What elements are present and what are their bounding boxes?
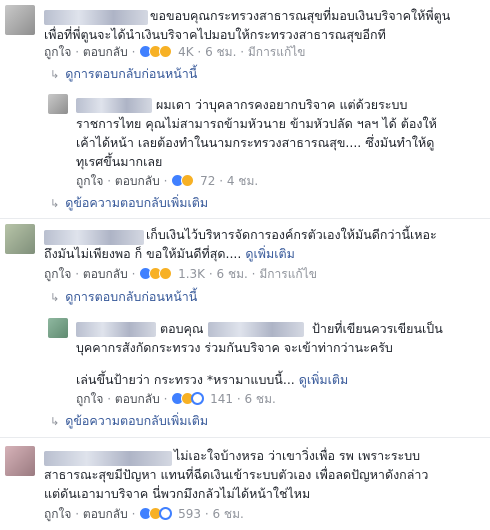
avatar[interactable] <box>5 446 35 476</box>
reply-text-line: ทุเรศขึ้นมากเลย <box>76 154 163 169</box>
reply-arrow-icon: ↳ <box>50 68 60 81</box>
reply-arrow-icon: ↳ <box>50 415 60 428</box>
blurred-username[interactable] <box>44 10 148 25</box>
wow-reaction-icon <box>159 45 173 58</box>
reply-text-line: เล่นขึ้นป้ายว่า กระทรวง *หรามาแบบนี้... … <box>76 372 349 387</box>
reactions[interactable]: 72 <box>171 174 219 188</box>
reply-text-line: บุคคากรสังกัดกระทรวง ร่วมกันบริจาค จะเข้… <box>76 340 393 355</box>
comment-text-line: ถึงมันไม่เพียงพอ ก็ ขอให้มันดีที่สุด....… <box>44 246 295 261</box>
reply-button[interactable]: ตอบกลับ <box>83 267 128 281</box>
reaction-icon <box>191 392 205 405</box>
more-replies-link[interactable]: ↳ ดูข้อความตอบกลับเพิ่มเติม <box>50 413 208 430</box>
avatar[interactable] <box>5 5 35 35</box>
divider <box>0 437 490 438</box>
like-button[interactable]: ถูกใจ <box>76 174 103 188</box>
blurred-username[interactable] <box>76 322 156 337</box>
reply-text-line: เค้าได้หน้า เลยต้องทำในนามกระทรวงสาธารณส… <box>76 135 435 150</box>
like-button[interactable]: ถูกใจ <box>44 45 71 59</box>
reaction-count: 72 <box>200 174 216 188</box>
comment-text-line: ไม่เอะใจบ้างหรอ ว่าเขาวิ่งเพื่อ รพ เพราะ… <box>174 448 421 463</box>
reply-text-line: ราชการไทย คุณไม่สามารถข้ามหัวนาย ข้ามหัว… <box>76 116 437 131</box>
more-replies-link[interactable]: ↳ ดูข้อความตอบกลับเพิ่มเติม <box>50 195 208 212</box>
reply-button[interactable]: ตอบกลับ <box>83 45 128 59</box>
reaction-count: 1.3K <box>178 267 206 281</box>
like-button[interactable]: ถูกใจ <box>44 267 71 281</box>
previous-replies-link[interactable]: ↳ ดูการตอบกลับก่อนหน้านี้ <box>50 289 197 306</box>
timestamp[interactable]: 6 ชม. <box>217 267 248 281</box>
reaction-icon <box>159 507 173 520</box>
reply-arrow-icon: ↳ <box>50 291 60 304</box>
reply-actions: ถูกใจ · ตอบกลับ · 72 · 4 ชม. <box>76 174 259 188</box>
blurred-mentioned-name[interactable] <box>208 322 304 337</box>
divider <box>0 218 490 219</box>
reply-text-line: ตอบคุณ <box>160 319 204 338</box>
reactions[interactable]: 593 <box>139 507 205 521</box>
reply-text-line: ป้ายที่เขียนควรเขียนเป็น <box>312 321 443 336</box>
comment-actions: ถูกใจ · ตอบกลับ · 593 · 6 ชม. <box>44 507 244 521</box>
avatar[interactable] <box>48 318 68 338</box>
see-more-link[interactable]: ดูเพิ่มเติม <box>299 372 349 387</box>
timestamp[interactable]: 6 ชม. <box>212 507 243 521</box>
reactions[interactable]: 1.3K <box>139 267 209 281</box>
reply-arrow-icon: ↳ <box>50 197 60 210</box>
see-more-link[interactable]: ดูเพิ่มเติม <box>245 246 295 261</box>
timestamp[interactable]: 6 ชม. <box>205 45 236 59</box>
edited-label[interactable]: มีการแก้ไข <box>248 45 306 59</box>
comment-text-line: สาธารณะสุขมีปัญหา แทนที่ฉีดเงินเข้าระบบต… <box>44 467 429 482</box>
avatar[interactable] <box>5 224 35 254</box>
blurred-username[interactable] <box>44 451 172 466</box>
reply-button[interactable]: ตอบกลับ <box>83 507 128 521</box>
comment-text-line: เพื่อที่พี่ตูนจะได้นำเงินบริจาคไปมอบให้ก… <box>44 27 386 42</box>
reactions[interactable]: 4K <box>139 45 197 59</box>
reply-button[interactable]: ตอบกลับ <box>115 392 160 406</box>
reaction-count: 593 <box>178 507 201 521</box>
comment-text-line: ขอขอบคุณกระทรวงสาธารณสุขที่มอบเงินบริจาค… <box>150 8 451 23</box>
comment-text-line: เก็บเงินไว้บริหารจัดการองค์กรตัวเองให้มั… <box>146 227 437 242</box>
reply-actions: ถูกใจ · ตอบกลับ · 141 · 6 ชม. <box>76 392 276 406</box>
haha-reaction-icon <box>181 174 195 187</box>
comment-actions: ถูกใจ · ตอบกลับ · 4K · 6 ชม. · มีการแก้ไ… <box>44 45 306 59</box>
timestamp[interactable]: 6 ชม. <box>244 392 275 406</box>
like-button[interactable]: ถูกใจ <box>76 392 103 406</box>
blurred-username[interactable] <box>76 98 152 113</box>
previous-replies-link[interactable]: ↳ ดูการตอบกลับก่อนหน้านี้ <box>50 66 197 83</box>
reply-button[interactable]: ตอบกลับ <box>115 174 160 188</box>
comment-actions: ถูกใจ · ตอบกลับ · 1.3K · 6 ชม. · มีการแก… <box>44 267 317 281</box>
reply-prefix: ตอบคุณ <box>160 321 204 336</box>
blurred-username[interactable] <box>44 230 144 245</box>
comment-text-line: แต่ดันเอามาบริจาค นี่พวกมึงกลัวไม่ได้หน้… <box>44 486 311 501</box>
like-button[interactable]: ถูกใจ <box>44 507 71 521</box>
reaction-count: 4K <box>178 45 194 59</box>
timestamp[interactable]: 4 ชม. <box>227 174 258 188</box>
reply-text-line: ผมเดา ว่าบุคลากรคงอยากบริจาค แต่ด้วยระบบ <box>156 97 408 112</box>
sad-reaction-icon <box>159 267 173 280</box>
edited-label[interactable]: มีการแก้ไข <box>259 267 317 281</box>
reaction-count: 141 <box>210 392 233 406</box>
avatar[interactable] <box>48 94 68 114</box>
reactions[interactable]: 141 <box>171 392 237 406</box>
